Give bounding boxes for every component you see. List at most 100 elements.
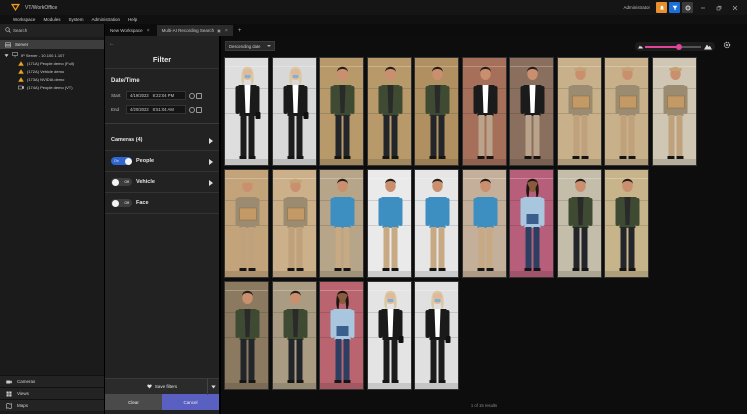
filter-button[interactable]	[669, 2, 680, 13]
result-thumbnail[interactable]	[604, 57, 649, 166]
funnel-icon	[672, 5, 677, 10]
result-thumbnail[interactable]	[461, 57, 507, 166]
start-datetime-input[interactable]: 4/19/2023 8:22:04 PM	[126, 91, 186, 100]
end-datetime-input[interactable]: 4/20/2023 8:51:04 AM	[126, 105, 186, 114]
result-thumbnail[interactable]	[319, 57, 364, 166]
bell-button[interactable]	[656, 2, 667, 13]
gear-button[interactable]	[682, 2, 693, 13]
tab-multi-ai-recording-search[interactable]: Multi-AI Recording Search ▣ ×	[156, 25, 233, 36]
tree-root-server[interactable]: IP Server - 10.100.1.107	[0, 51, 104, 59]
result-thumbnail[interactable]	[366, 169, 412, 278]
settings-gear-icon[interactable]	[723, 41, 731, 49]
close-icon[interactable]: ×	[225, 28, 228, 34]
people-toggle[interactable]: On	[111, 157, 132, 165]
mountain-large-icon	[704, 44, 712, 50]
result-thumbnail[interactable]	[319, 169, 364, 278]
tab-new-workspace[interactable]: New Workspace ×	[105, 25, 155, 36]
close-icon[interactable]: ×	[147, 28, 150, 34]
clear-button[interactable]: Clear	[105, 394, 162, 410]
clock-icon[interactable]	[189, 92, 195, 99]
arrow-left-icon: ←	[109, 41, 115, 47]
start-date: 4/19/2023	[130, 93, 149, 98]
server-header[interactable]: Server	[0, 40, 104, 49]
start-time: 8:22:04 PM	[152, 93, 175, 98]
person-image	[272, 170, 316, 277]
tree-camera-item[interactable]: (171A) People demo (Full)	[0, 59, 104, 67]
thumbnail-zoom-slider[interactable]	[635, 42, 715, 51]
nav-cameras[interactable]: Cameras	[0, 375, 104, 387]
result-thumbnail[interactable]	[556, 169, 602, 278]
people-filter-row[interactable]: On People	[105, 151, 219, 172]
save-filters-button[interactable]: Save filters	[105, 378, 219, 395]
tree-camera-item[interactable]: (172A) Vehicle demo	[0, 67, 104, 75]
result-thumbnail[interactable]	[271, 57, 317, 166]
result-thumbnail[interactable]	[556, 57, 602, 166]
result-thumbnail[interactable]	[509, 57, 554, 166]
nav-views[interactable]: Views	[0, 387, 104, 399]
nav-maps[interactable]: Maps	[0, 399, 104, 411]
calendar-icon[interactable]	[196, 106, 202, 113]
person-image	[462, 170, 506, 277]
result-thumbnail[interactable]	[414, 281, 459, 390]
result-thumbnail[interactable]	[604, 169, 649, 278]
divider	[105, 123, 219, 124]
cameras-label: Cameras (4)	[111, 137, 143, 143]
result-thumbnail[interactable]	[461, 169, 507, 278]
end-label: End	[111, 107, 120, 112]
add-tab-icon[interactable]: +	[238, 25, 242, 36]
minimize-button[interactable]	[697, 2, 709, 13]
vehicle-toggle[interactable]: Off	[111, 178, 132, 186]
chevron-right-icon	[209, 159, 213, 165]
close-button[interactable]	[729, 2, 741, 13]
person-image	[320, 170, 363, 277]
face-toggle[interactable]: Off	[111, 199, 132, 207]
server-label: Server	[15, 42, 29, 47]
sort-dropdown[interactable]: Descending date	[225, 41, 275, 51]
result-thumbnail[interactable]	[224, 281, 269, 390]
tab-label: Multi-AI Recording Search	[161, 28, 215, 33]
cameras-filter-row[interactable]: Cameras (4)	[105, 130, 219, 151]
vehicle-filter-row[interactable]: Off Vehicle	[105, 172, 219, 193]
result-thumbnail[interactable]	[271, 169, 317, 278]
collapse-filter-button[interactable]: ←	[105, 36, 219, 52]
clock-icon[interactable]	[189, 106, 195, 113]
menu-help[interactable]: Help	[128, 17, 137, 22]
tree-camera-item[interactable]: (173A) NVIDIA demo	[0, 75, 104, 83]
result-thumbnail[interactable]	[319, 281, 364, 390]
tree-camera-label: (173A) NVIDIA demo	[27, 76, 65, 82]
result-thumbnail[interactable]	[271, 281, 317, 390]
calendar-icon[interactable]	[196, 92, 202, 99]
menu-administration[interactable]: Administration	[91, 17, 120, 22]
menu-modules[interactable]: Modules	[43, 17, 60, 22]
result-thumbnail[interactable]	[366, 281, 412, 390]
result-thumbnail[interactable]	[414, 169, 459, 278]
person-image	[415, 282, 458, 389]
tab-window-icon[interactable]: ▣	[217, 28, 221, 33]
result-thumbnail[interactable]	[366, 57, 412, 166]
person-image	[605, 58, 648, 165]
vehicle-label: Vehicle	[136, 179, 155, 185]
nav-maps-label: Maps	[17, 403, 29, 408]
menu-workspace[interactable]: Workspace	[13, 17, 35, 22]
maximize-button[interactable]	[713, 2, 725, 13]
cancel-button[interactable]: Cancel	[162, 394, 219, 410]
tree-camera-item[interactable]: (174A) People demo (VT)	[0, 83, 104, 91]
zoom-handle[interactable]	[675, 43, 682, 50]
user-name[interactable]: Administrator	[623, 5, 650, 10]
person-image	[510, 170, 553, 277]
result-thumbnail[interactable]	[509, 169, 554, 278]
sidebar-search[interactable]: Search	[0, 24, 104, 37]
result-thumbnail[interactable]	[414, 57, 459, 166]
search-label: Search	[13, 28, 28, 33]
toggle-text: Off	[124, 201, 129, 205]
menu-bar: Workspace Modules System Administration …	[0, 15, 747, 24]
person-image	[367, 170, 411, 277]
face-filter-row[interactable]: Off Face	[105, 193, 219, 214]
result-thumbnail[interactable]	[651, 57, 697, 166]
zoom-fill	[645, 46, 679, 48]
save-filters-dropdown[interactable]	[207, 379, 219, 395]
result-thumbnail[interactable]	[224, 57, 269, 166]
result-thumbnail[interactable]	[224, 169, 269, 278]
menu-system[interactable]: System	[68, 17, 83, 22]
title-bar: VT/WorkOffice Administrator	[0, 0, 747, 15]
